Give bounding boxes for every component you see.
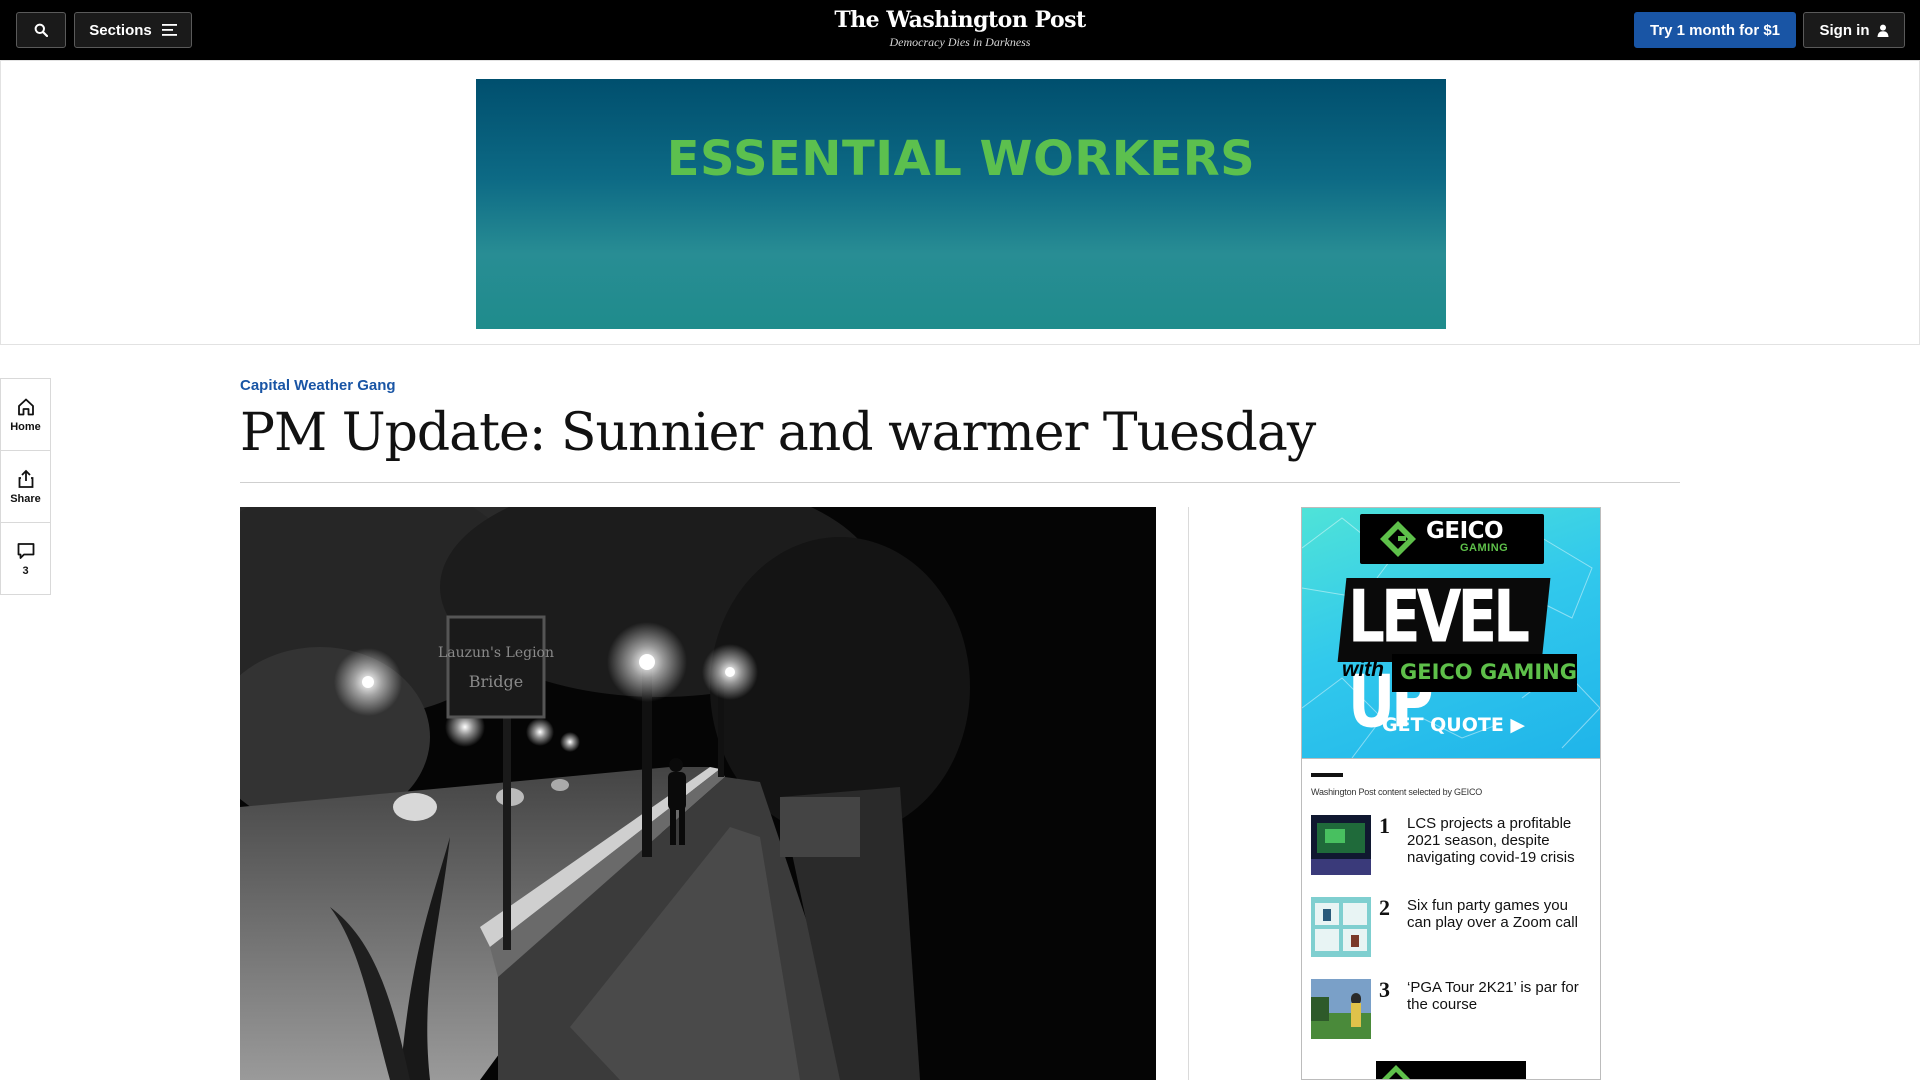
section-kicker[interactable]: Capital Weather Gang — [240, 377, 396, 394]
list-item-title: LCS projects a profitable 2021 season, d… — [1407, 815, 1575, 866]
list-item[interactable]: 3 ‘PGA Tour 2K21’ is par for the course — [1311, 979, 1591, 1061]
sign-in-button[interactable]: Sign in — [1803, 12, 1905, 48]
top-ad-banner[interactable]: ESSENTIAL WORKERS — [476, 79, 1446, 329]
geico-diamond-icon — [1380, 521, 1416, 557]
top-nav-bar: Sections The Washington Post Democracy D… — [0, 0, 1920, 60]
list-number: 3 — [1379, 977, 1390, 1002]
user-icon — [1877, 24, 1888, 37]
article-lead-photo[interactable]: Lauzun's Legion Bridge — [240, 507, 1156, 1080]
list-item[interactable]: 1 LCS projects a profitable 2021 season,… — [1311, 815, 1591, 897]
column-divider — [1188, 507, 1189, 1080]
geico-footer-logo — [1376, 1061, 1526, 1079]
sidebar-ad[interactable]: GEICO GAMING LEVEL UP with GEICO GAMING … — [1301, 507, 1601, 1080]
search-icon — [34, 23, 48, 37]
geico-ad-banner[interactable]: GEICO GAMING LEVEL UP with GEICO GAMING … — [1302, 508, 1600, 758]
geico-gaming-text: GEICO GAMING — [1400, 660, 1577, 684]
top-ad-container: ESSENTIAL WORKERS — [0, 60, 1920, 345]
geico-sub: GAMING — [1460, 542, 1509, 554]
subscribe-button[interactable]: Try 1 month for $1 — [1634, 12, 1796, 48]
share-label: Share — [10, 492, 41, 505]
geico-footer-diamond-icon — [1382, 1065, 1410, 1079]
sponsored-list: Washington Post content selected by GEIC… — [1302, 758, 1600, 1061]
brand-logo[interactable]: The Washington Post Democracy Dies in Da… — [760, 5, 1160, 49]
with-text: with — [1342, 658, 1384, 681]
headline-divider — [240, 482, 1680, 483]
photo-sign-text: Lauzun's Legion — [438, 645, 554, 661]
list-thumbnail — [1311, 979, 1371, 1039]
sections-label: Sections — [89, 21, 152, 39]
list-number: 2 — [1379, 895, 1390, 920]
home-button[interactable]: Home — [1, 379, 50, 451]
search-button[interactable] — [16, 12, 66, 48]
article-headline: PM Update: Sunnier and warmer Tuesday — [240, 403, 1316, 463]
menu-icon — [161, 24, 177, 36]
comments-count: 3 — [22, 565, 29, 577]
list-thumbnail — [1311, 897, 1371, 957]
share-button[interactable]: Share — [1, 451, 50, 523]
home-label: Home — [10, 420, 41, 433]
brand-tagline: Democracy Dies in Darkness — [889, 35, 1031, 49]
list-item[interactable]: 2 Six fun party games you can play over … — [1311, 897, 1591, 979]
comment-icon — [17, 543, 34, 559]
geico-brand: GEICO — [1426, 518, 1504, 544]
list-number: 1 — [1379, 813, 1390, 838]
share-icon — [18, 469, 33, 488]
home-icon — [17, 398, 34, 415]
top-ad-headline: ESSENTIAL WORKERS — [666, 131, 1256, 187]
list-item-title: ‘PGA Tour 2K21’ is par for the course — [1407, 979, 1579, 1013]
sign-in-label: Sign in — [1819, 21, 1870, 39]
get-quote-button[interactable]: GET QUOTE ▶ — [1382, 714, 1525, 736]
list-thumbnail — [1311, 815, 1371, 875]
brand-name: The Washington Post — [834, 7, 1086, 33]
svg-text:Bridge: Bridge — [469, 672, 523, 691]
left-action-rail: Home Share 3 — [0, 378, 51, 595]
sponsored-label: Washington Post content selected by GEIC… — [1311, 787, 1483, 797]
list-rule — [1311, 773, 1343, 777]
lead-photo-image: Lauzun's Legion Bridge — [240, 507, 1156, 1080]
comments-button[interactable]: 3 — [1, 523, 50, 595]
sections-button[interactable]: Sections — [74, 12, 192, 48]
list-item-title: Six fun party games you can play over a … — [1407, 897, 1578, 931]
